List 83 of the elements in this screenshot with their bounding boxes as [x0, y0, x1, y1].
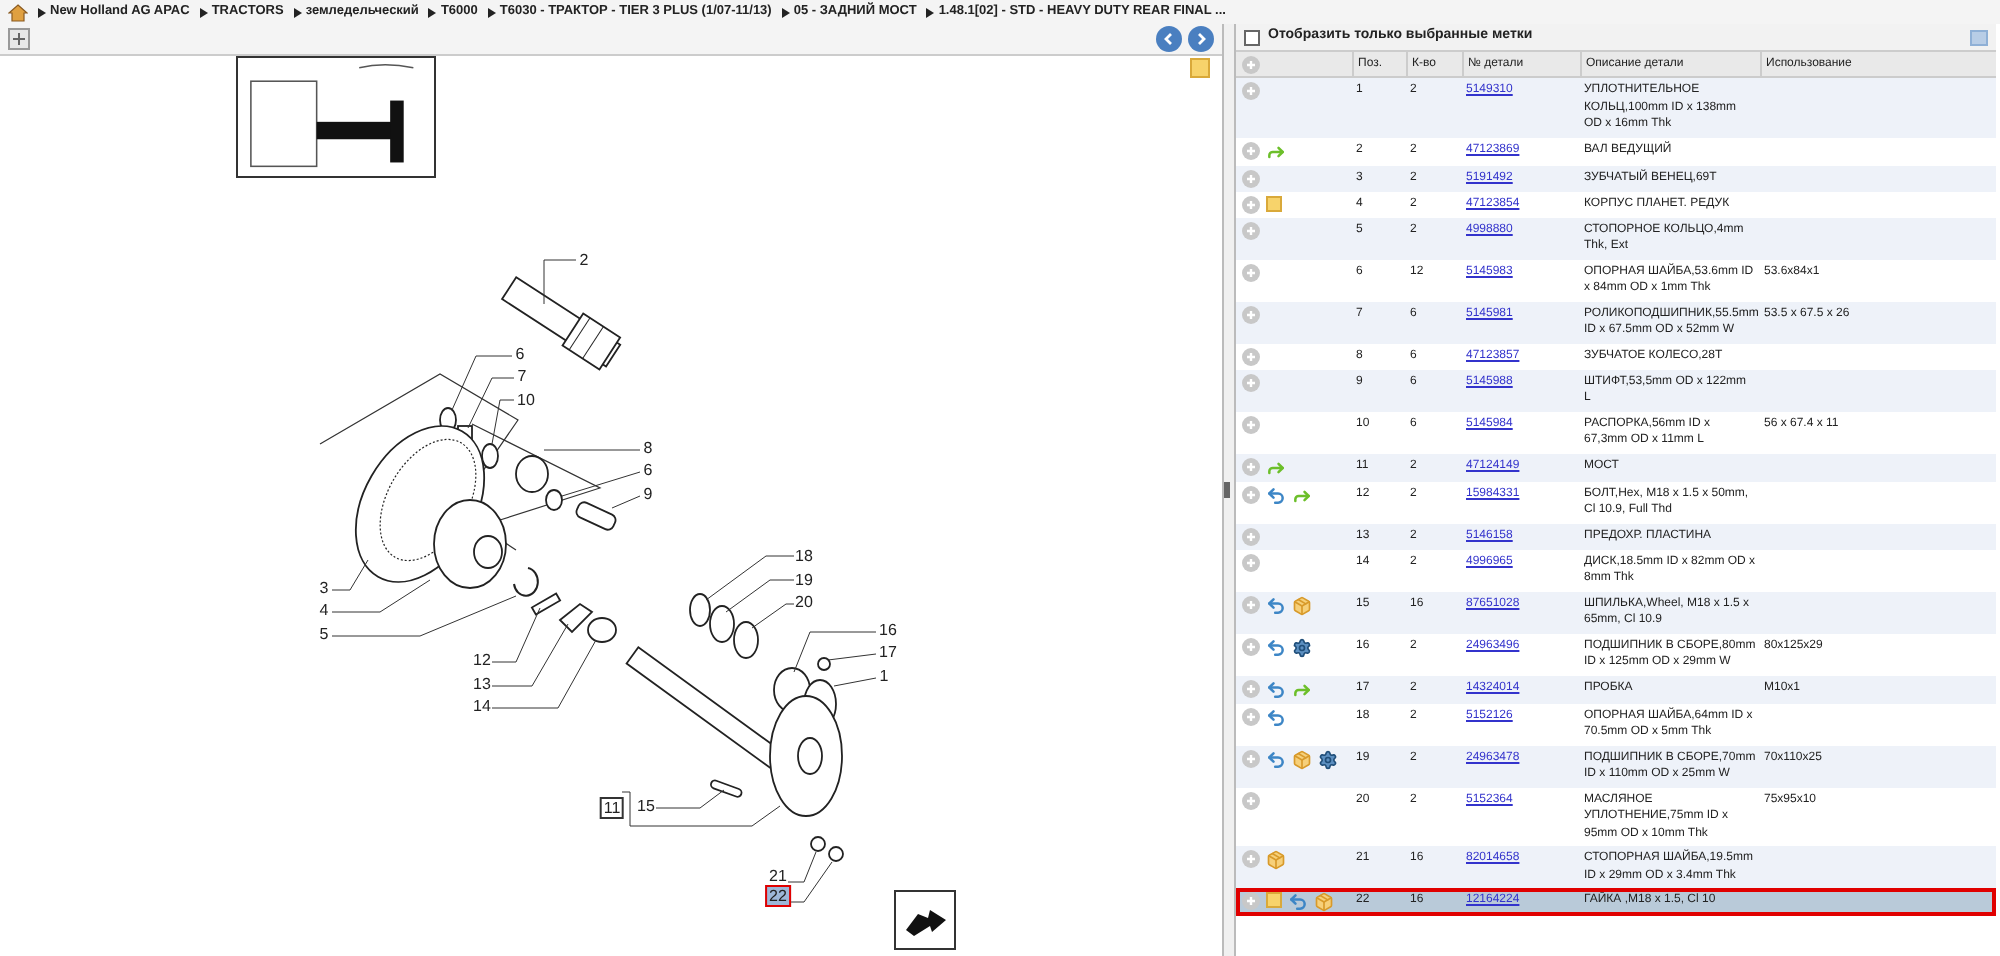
- callout-label[interactable]: 4: [317, 601, 331, 619]
- callout-label[interactable]: 21: [767, 867, 789, 885]
- callout-label[interactable]: 11: [599, 797, 625, 819]
- gear-icon[interactable]: [1292, 637, 1312, 657]
- callout-label[interactable]: 10: [515, 391, 537, 409]
- add-icon[interactable]: [1242, 82, 1260, 100]
- add-icon[interactable]: [1242, 485, 1260, 503]
- filter-checkbox[interactable]: [1244, 29, 1260, 45]
- back-arrow-icon[interactable]: [1266, 707, 1286, 727]
- caret-icon: [926, 7, 935, 17]
- callout-label[interactable]: 16: [877, 621, 899, 639]
- package-icon[interactable]: [1266, 850, 1286, 870]
- home-icon[interactable]: [8, 3, 28, 21]
- forward-arrow-icon[interactable]: [1292, 485, 1312, 505]
- back-arrow-icon[interactable]: [1266, 595, 1286, 615]
- next-button[interactable]: [1188, 26, 1214, 52]
- note-icon[interactable]: [1266, 195, 1282, 211]
- add-icon[interactable]: [1242, 195, 1260, 213]
- callout-label[interactable]: 22: [765, 885, 791, 907]
- callout-label[interactable]: 20: [793, 593, 815, 611]
- note-icon[interactable]: [1190, 58, 1210, 78]
- callout-label[interactable]: 19: [793, 571, 815, 589]
- callout-label[interactable]: 18: [793, 547, 815, 565]
- back-arrow-icon[interactable]: [1266, 485, 1286, 505]
- caret-icon: [293, 7, 302, 17]
- add-icon[interactable]: [1242, 892, 1260, 910]
- add-icon[interactable]: [1242, 373, 1260, 391]
- add-icon[interactable]: [1242, 553, 1260, 571]
- callout-label[interactable]: 12: [471, 651, 493, 669]
- add-icon[interactable]: [1242, 141, 1260, 159]
- caret-icon: [199, 7, 208, 17]
- right-chevron-icon: [1194, 32, 1208, 46]
- back-arrow-icon[interactable]: [1288, 892, 1308, 912]
- caret-icon: [781, 7, 790, 17]
- callout-label[interactable]: 13: [471, 675, 493, 693]
- add-icon[interactable]: [1242, 263, 1260, 281]
- add-icon[interactable]: [1242, 55, 1260, 73]
- callout-label[interactable]: 5: [317, 625, 331, 643]
- overview-thumbnail[interactable]: [236, 56, 436, 178]
- package-icon[interactable]: [1314, 892, 1334, 912]
- add-icon[interactable]: [1242, 169, 1260, 187]
- forward-arrow-icon[interactable]: [1292, 679, 1312, 699]
- return-arrow-button[interactable]: [894, 890, 956, 950]
- add-icon[interactable]: [1242, 707, 1260, 725]
- add-icon[interactable]: [1242, 850, 1260, 868]
- add-icon[interactable]: [1242, 457, 1260, 475]
- back-arrow-icon[interactable]: [1266, 749, 1286, 769]
- columns-icon[interactable]: [1970, 29, 1988, 45]
- add-icon[interactable]: [1242, 637, 1260, 655]
- left-chevron-icon: [1162, 32, 1176, 46]
- add-icon[interactable]: [1242, 749, 1260, 767]
- callout-label[interactable]: 3: [317, 579, 331, 597]
- callout-label[interactable]: 6: [513, 345, 527, 363]
- forward-arrow-icon[interactable]: [1266, 141, 1286, 161]
- splitter-handle[interactable]: [1224, 482, 1230, 498]
- note-icon[interactable]: [1266, 892, 1282, 908]
- callout-label[interactable]: 7: [515, 367, 529, 385]
- back-arrow-icon[interactable]: [1266, 637, 1286, 657]
- callout-label[interactable]: 1: [877, 667, 891, 685]
- add-icon[interactable]: [1242, 415, 1260, 433]
- callout-label[interactable]: 8: [641, 439, 655, 457]
- callout-label[interactable]: 15: [635, 797, 657, 815]
- package-icon[interactable]: [1292, 595, 1312, 615]
- add-icon[interactable]: [1242, 347, 1260, 365]
- add-icon[interactable]: [1242, 679, 1260, 697]
- add-view-button[interactable]: [8, 28, 30, 50]
- add-icon[interactable]: [1242, 305, 1260, 323]
- gear-icon[interactable]: [1318, 749, 1338, 769]
- add-icon[interactable]: [1242, 527, 1260, 545]
- callout-label[interactable]: 9: [641, 485, 655, 503]
- back-arrow-icon[interactable]: [1266, 679, 1286, 699]
- callout-label[interactable]: 17: [877, 643, 899, 661]
- caret-icon: [38, 7, 46, 17]
- add-icon[interactable]: [1242, 221, 1260, 239]
- caret-icon: [487, 7, 496, 17]
- callout-label[interactable]: 14: [471, 697, 493, 715]
- callout-label[interactable]: 2: [577, 251, 591, 269]
- forward-arrow-icon[interactable]: [1266, 457, 1286, 477]
- callout-label[interactable]: 6: [641, 461, 655, 479]
- caret-icon: [428, 7, 437, 17]
- add-icon[interactable]: [1242, 595, 1260, 613]
- previous-button[interactable]: [1156, 26, 1182, 52]
- add-icon[interactable]: [1242, 791, 1260, 809]
